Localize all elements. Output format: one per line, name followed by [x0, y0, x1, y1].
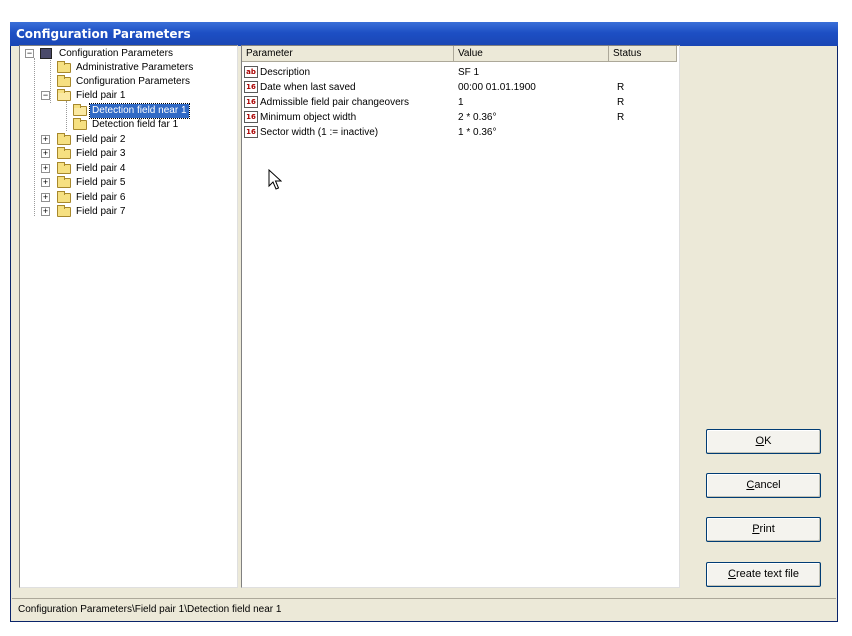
- folder-icon: [57, 205, 71, 217]
- folder-icon: [57, 162, 71, 174]
- cancel-label-rest: ancel: [754, 479, 781, 491]
- expand-toggle[interactable]: +: [41, 178, 50, 187]
- print-label-rest: rint: [759, 523, 775, 535]
- parameter-value: 2 * 0.36°: [458, 112, 497, 123]
- computer-icon: [40, 48, 52, 59]
- tree-item-label: Field pair 4: [76, 163, 126, 174]
- tree-item-label: Configuration Parameters: [76, 76, 190, 87]
- parameter-value: 00:00 01.01.1900: [458, 82, 536, 93]
- parameter-name: Date when last saved: [260, 82, 356, 93]
- parameter-name: Sector width (1 := inactive): [260, 127, 379, 138]
- open-folder-icon: [57, 89, 71, 101]
- parameter-name: Minimum object width: [260, 112, 357, 123]
- tree-connector: [50, 58, 51, 103]
- title-bar[interactable]: Configuration Parameters: [10, 22, 838, 46]
- number-type-icon: 16: [244, 96, 258, 108]
- expand-toggle[interactable]: +: [41, 135, 50, 144]
- parameter-value: 1: [458, 97, 464, 108]
- tree-item-label: Field pair 1: [76, 90, 126, 101]
- list-row[interactable]: 16 Admissible field pair changeovers 1 R: [242, 95, 679, 110]
- create-text-file-button[interactable]: Create text file: [706, 562, 821, 587]
- text-type-icon: ab: [244, 66, 258, 78]
- list-row[interactable]: 16 Date when last saved 00:00 01.01.1900…: [242, 80, 679, 95]
- number-type-icon: 16: [244, 111, 258, 123]
- tree-item-label: Field pair 2: [76, 134, 126, 145]
- ok-mnemonic: O: [755, 435, 765, 447]
- expand-toggle[interactable]: +: [41, 164, 50, 173]
- tree-item-label: Field pair 5: [76, 177, 126, 188]
- folder-icon: [57, 75, 71, 87]
- expand-toggle[interactable]: +: [41, 193, 50, 202]
- number-type-icon: 16: [244, 81, 258, 93]
- tree-connector: [66, 101, 67, 131]
- status-bar: Configuration Parameters\Field pair 1\De…: [12, 598, 836, 620]
- ok-label-rest: K: [764, 435, 772, 447]
- tree-item-label: Field pair 3: [76, 148, 126, 159]
- window-title: Configuration Parameters: [16, 27, 191, 41]
- tree-item-label: Administrative Parameters: [76, 62, 194, 73]
- mouse-pointer-icon: [268, 169, 282, 190]
- list-header: Parameter Value Status: [242, 46, 679, 62]
- tree-item-label: Detection field far 1: [92, 119, 179, 130]
- open-folder-icon: [73, 104, 87, 116]
- list-row[interactable]: ab Description SF 1: [242, 65, 679, 80]
- print-mnemonic: P: [752, 523, 760, 535]
- parameter-status: R: [617, 112, 625, 123]
- folder-icon: [57, 147, 71, 159]
- expand-toggle[interactable]: +: [41, 149, 50, 158]
- parameter-list[interactable]: Parameter Value Status ab Description SF…: [241, 45, 680, 588]
- folder-icon: [57, 176, 71, 188]
- cancel-button[interactable]: Cancel: [706, 473, 821, 498]
- print-button[interactable]: Print: [706, 517, 821, 542]
- column-header-value[interactable]: Value: [454, 46, 609, 62]
- number-type-icon: 16: [244, 126, 258, 138]
- collapse-toggle[interactable]: −: [25, 49, 34, 58]
- parameter-name: Description: [260, 67, 311, 78]
- tree-view[interactable]: − Configuration Parameters Administrativ…: [19, 45, 238, 588]
- ok-button[interactable]: OK: [706, 429, 821, 454]
- folder-icon: [57, 191, 71, 203]
- collapse-toggle[interactable]: −: [41, 91, 50, 100]
- tree-item-label: Field pair 7: [76, 206, 126, 217]
- tree-connector: [34, 58, 35, 216]
- parameter-value: SF 1: [458, 67, 480, 78]
- create-label-rest: reate text file: [735, 568, 799, 580]
- parameter-value: 1 * 0.36°: [458, 127, 497, 138]
- parameter-status: R: [617, 97, 625, 108]
- folder-icon: [73, 118, 87, 130]
- folder-icon: [57, 61, 71, 73]
- parameter-status: R: [617, 82, 625, 93]
- list-row[interactable]: 16 Sector width (1 := inactive) 1 * 0.36…: [242, 125, 679, 140]
- tree-item-label: Field pair 6: [76, 192, 126, 203]
- expand-toggle[interactable]: +: [41, 207, 50, 216]
- parameter-name: Admissible field pair changeovers: [260, 97, 409, 108]
- list-row[interactable]: 16 Minimum object width 2 * 0.36° R: [242, 110, 679, 125]
- column-header-parameter[interactable]: Parameter: [242, 46, 454, 62]
- folder-icon: [57, 133, 71, 145]
- column-header-status[interactable]: Status: [609, 46, 677, 62]
- status-path: Configuration Parameters\Field pair 1\De…: [18, 604, 282, 615]
- create-mnemonic: C: [728, 568, 736, 580]
- tree-item-label: Configuration Parameters: [59, 48, 173, 59]
- tree-item-label: Detection field near 1: [89, 103, 190, 119]
